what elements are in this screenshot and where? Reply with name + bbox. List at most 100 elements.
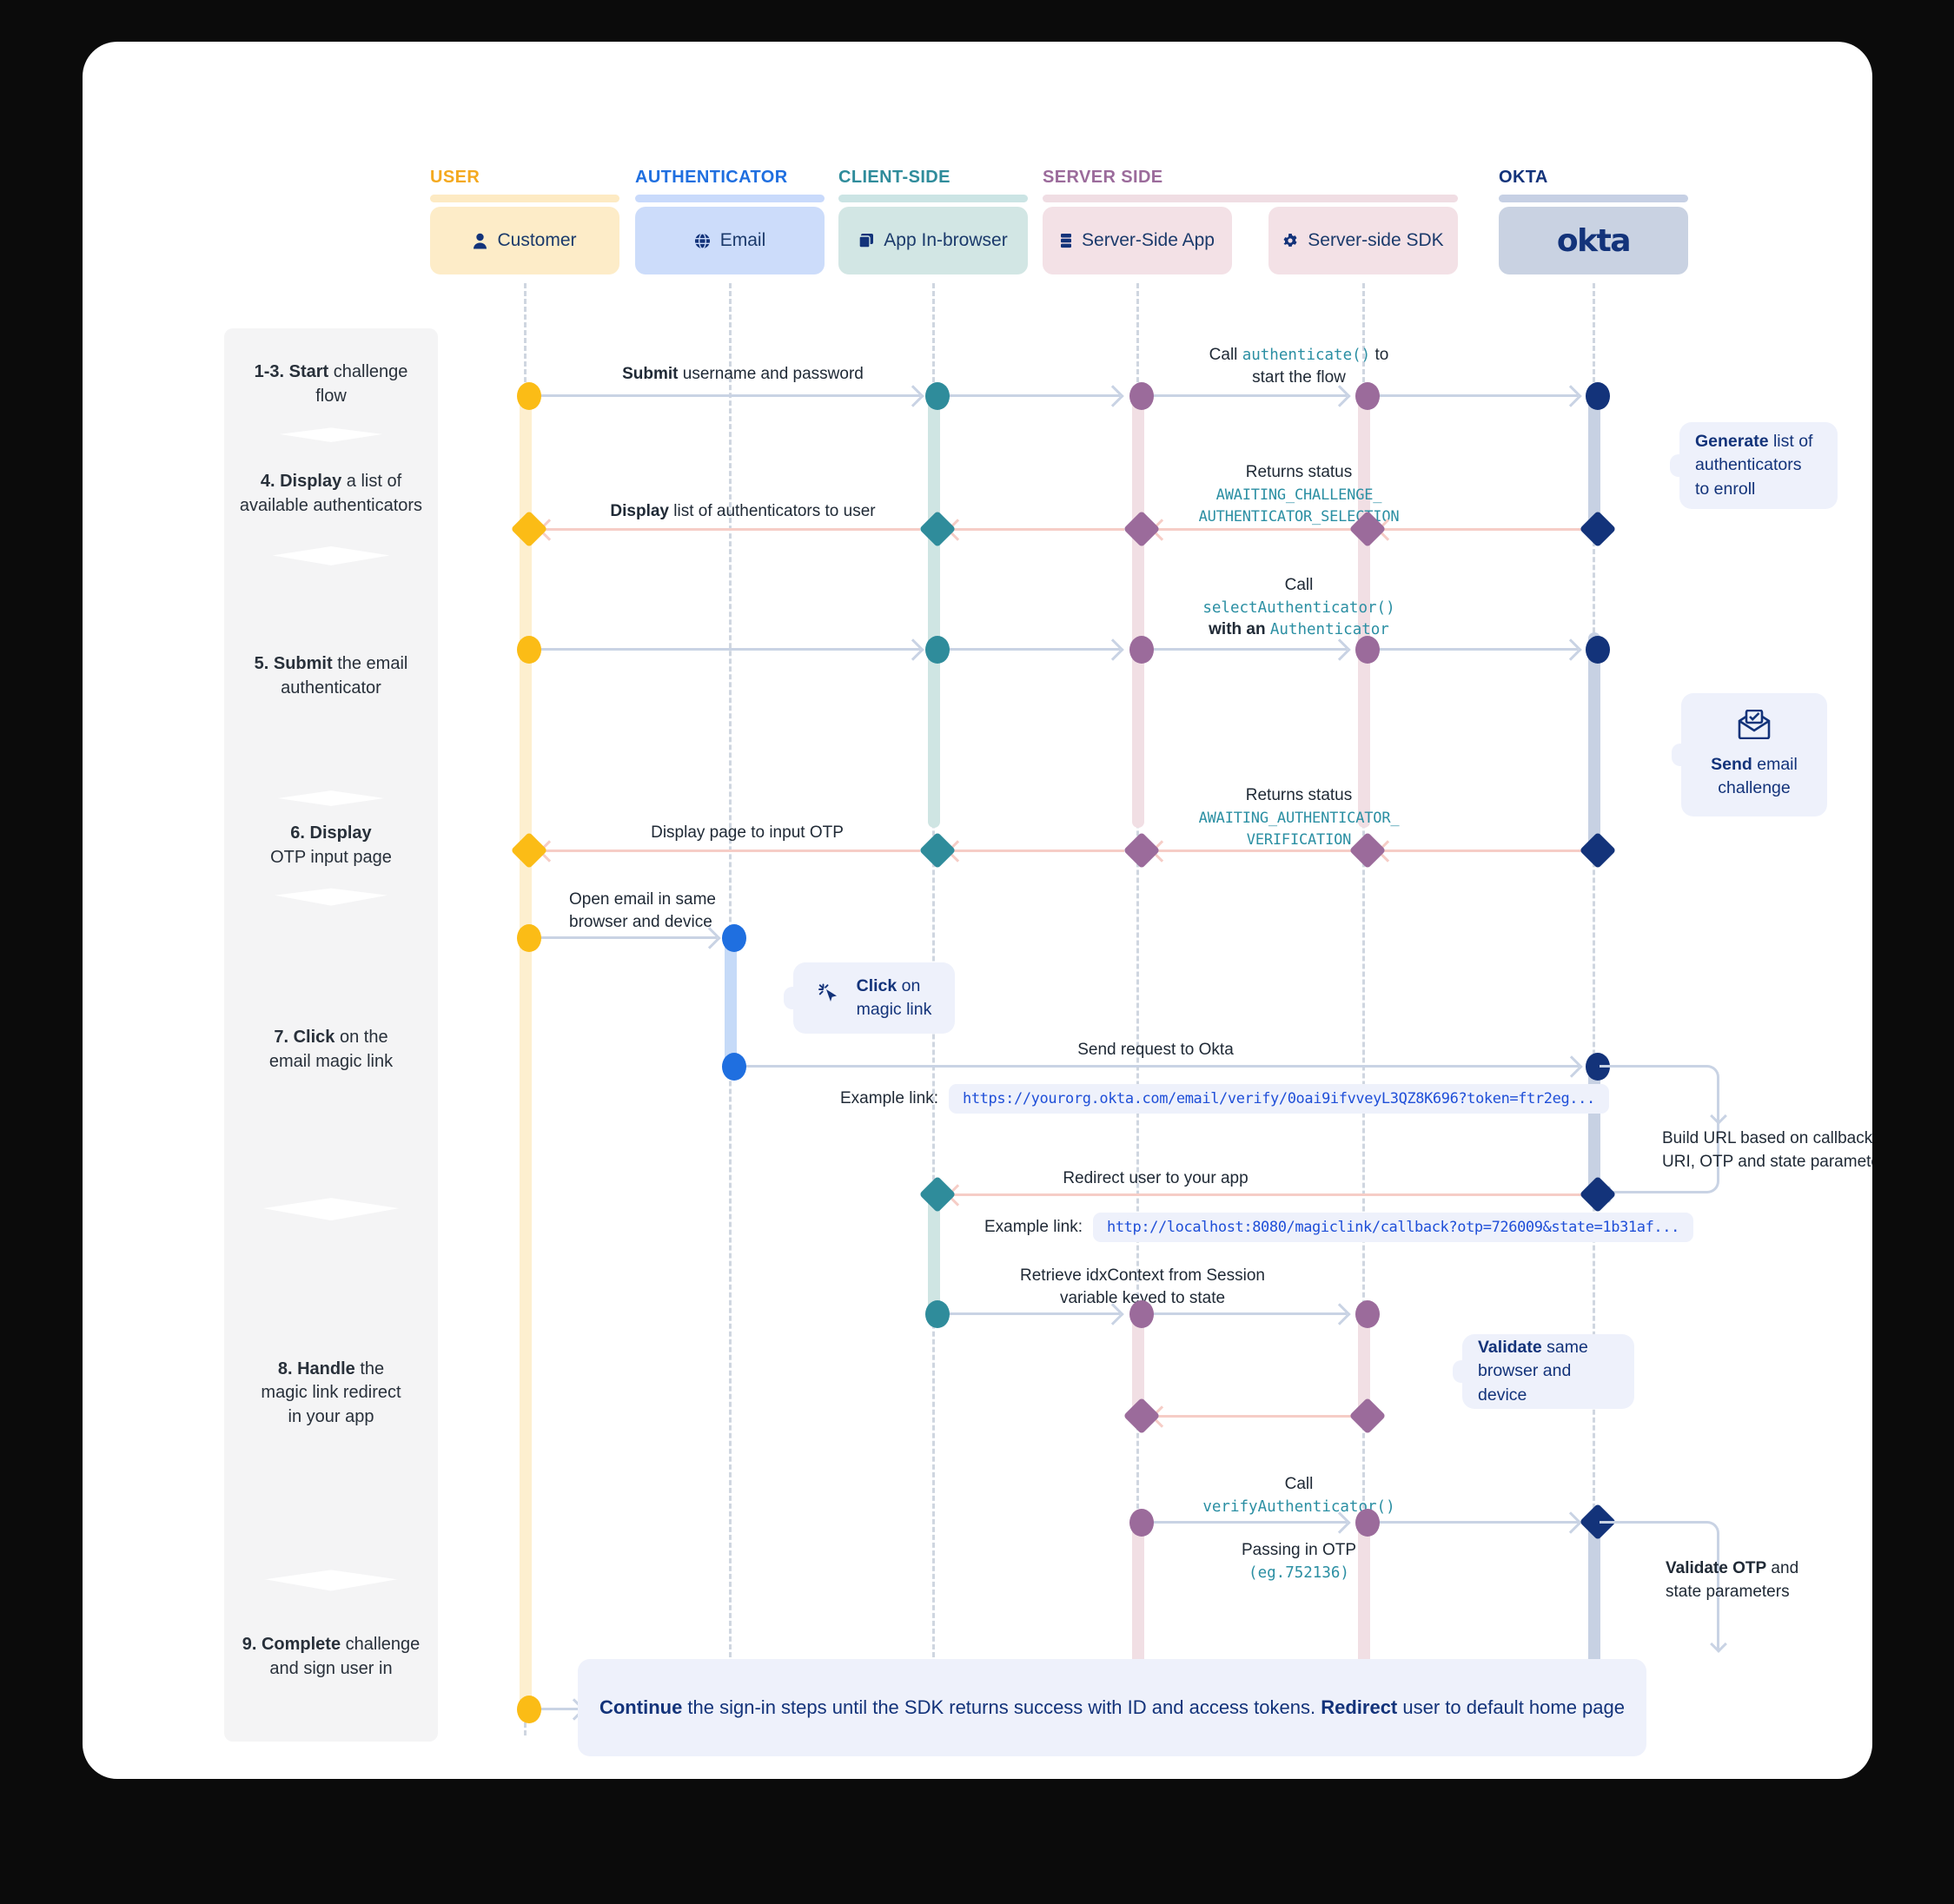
column-rule-authenticator [635,195,825,202]
banner-text-1: the sign-in steps until the SDK returns … [682,1696,1321,1718]
click-rest: on [897,975,921,995]
step-6-line3: in your app [288,1406,374,1426]
actor-server-sdk-label: Server-side SDK [1308,230,1444,250]
actor-okta[interactable]: okta [1499,207,1688,274]
validate-otp-rest: and [1766,1559,1799,1577]
column-title-client-side: CLIENT-SIDE [838,168,951,187]
click-bold: Click [856,975,898,995]
annotation-validate-otp: Validate OTP and state parameters [1666,1557,1865,1603]
arrow-client-to-server [946,394,1120,397]
bubble-generate-authenticators: Generate list of authenticators to enrol… [1670,422,1838,509]
actor-app-in-browser[interactable]: App In-browser [838,207,1028,274]
node-user-6 [517,1696,541,1723]
build-url-l1: Build URL based on callback [1662,1129,1872,1147]
node-client-3 [925,636,950,664]
node-server-app-3 [1129,636,1154,664]
arrow-okta-to-sdk-1 [1381,528,1582,531]
passing-otp-code: (eg.752136) [1249,1564,1349,1582]
banner-bold-2: Redirect [1321,1696,1398,1718]
label-call-authenticate: Call authenticate() to start the flow [1156,344,1442,388]
bubble-tail [784,987,803,1009]
open-email-l2: browser and device [569,912,712,931]
call-auth-3: start the flow [1252,367,1346,387]
node-server-app-6 [1123,1397,1161,1435]
node-client-5 [918,1175,957,1213]
arrow-user-to-email [538,936,717,939]
node-server-sdk-5 [1355,1300,1380,1328]
call-auth-code: authenticate() [1242,347,1371,364]
node-server-sdk-7 [1355,1509,1380,1537]
example-link-callback[interactable]: http://localhost:8080/magiclink/callback… [1093,1213,1693,1242]
step-chip-5: 7. Click on the email magic link [224,886,438,1214]
arrow-sdk-to-server-2 [1155,850,1351,852]
label-call-verify: Call verifyAuthenticator() [1151,1473,1447,1517]
call-select-l3-bold: with an [1209,620,1270,639]
diagram-card: USER Customer AUTHENTICATOR Email CLIENT… [83,42,1872,1779]
node-email-1 [722,924,746,952]
arrow-client-to-user-1 [542,528,920,531]
validate-browser-rest: same [1541,1338,1588,1358]
arrow-sdk-to-server-3 [1155,1415,1351,1418]
annotation-build-url: Build URL based on callback URI, OTP and… [1662,1127,1872,1173]
step-2-bold: 4. Display [260,472,342,492]
arrow-sdk-to-okta-2 [1376,648,1578,651]
send-email-rest: email [1752,754,1798,774]
arrow-sdk-to-server-1 [1155,528,1351,531]
call-verify-l1: Call [1284,1475,1314,1493]
send-email-line2: challenge [1718,778,1791,798]
label-submit-credentials: Submit username and password [569,363,917,386]
example-link-okta[interactable]: https://yourorg.okta.com/email/verify/0o… [949,1084,1609,1114]
step-5-bold: 7. Click [274,1028,335,1048]
arrow-server-to-sdk [1150,394,1347,397]
arrow-user-to-client-2 [538,648,920,651]
node-okta-1 [1586,382,1610,410]
bubble-click-magic-link: Click on magic link [784,962,955,1034]
step-chip-2: 4. Display a list of available authentic… [224,426,438,563]
label-display-list: Display list of authenticators to user [569,500,917,523]
example-link-caption: Example link: [840,1089,938,1107]
activation-email [725,936,737,1067]
actor-server-side-app[interactable]: Server-Side App [1043,207,1232,274]
node-client-1 [925,382,950,410]
returns-1: Returns status [1245,463,1353,481]
node-user-4 [510,831,548,869]
build-url-l2: URI, OTP and state parameters [1662,1152,1872,1171]
step-chip-1: 1-3. Start challenge flow [224,328,438,441]
column-rule-client-side [838,195,1028,202]
node-okta-2 [1579,510,1617,548]
generate-line2: authenticators [1695,455,1802,475]
step-1-bold: 1-3. Start [254,362,329,382]
step-chip-3: 5. Submit the email authenticator [224,547,438,806]
node-email-2 [722,1053,746,1081]
node-client-4 [918,831,957,869]
node-server-app-7 [1129,1509,1154,1537]
call-auth-1: Call [1209,346,1238,364]
bubble-send-email-challenge: Send email challenge [1672,693,1827,816]
status-challenge-l1: AWAITING_CHALLENGE_ [1215,486,1382,504]
step-1-line2: flow [315,387,347,406]
send-email-bold: Send [1711,754,1752,774]
arrow-email-to-okta [743,1065,1579,1068]
step-7-bold: 9. Complete [242,1634,341,1654]
submit-bold: Submit [622,365,679,383]
status-verification-l1: AWAITING_AUTHENTICATOR_ [1198,809,1400,827]
actor-email[interactable]: Email [635,207,825,274]
actor-customer[interactable]: Customer [430,207,619,274]
step-7-line2: and sign user in [269,1658,393,1678]
actor-server-side-sdk[interactable]: Server-side SDK [1268,207,1458,274]
call-select-code: selectAuthenticator() [1202,598,1395,617]
arrow-okta-to-client [951,1193,1582,1196]
node-user-3 [517,636,541,664]
arrow-submit-credentials [538,394,920,397]
activation-user [520,385,532,1714]
label-call-select-authenticator: Call selectAuthenticator() with an Authe… [1151,574,1447,641]
sequence-diagram: USER Customer AUTHENTICATOR Email CLIENT… [83,42,1872,1779]
arrow-server-to-sdk-3 [1150,1312,1347,1315]
example-link-row-callback: Example link: http://localhost:8080/magi… [984,1213,1693,1242]
node-server-sdk-3 [1355,636,1380,664]
person-icon [473,233,487,249]
label-display-otp-page: Display page to input OTP [651,823,844,842]
actor-customer-label: Customer [497,230,577,250]
step-7-rest: challenge [341,1634,421,1654]
call-auth-2: to [1370,346,1389,364]
